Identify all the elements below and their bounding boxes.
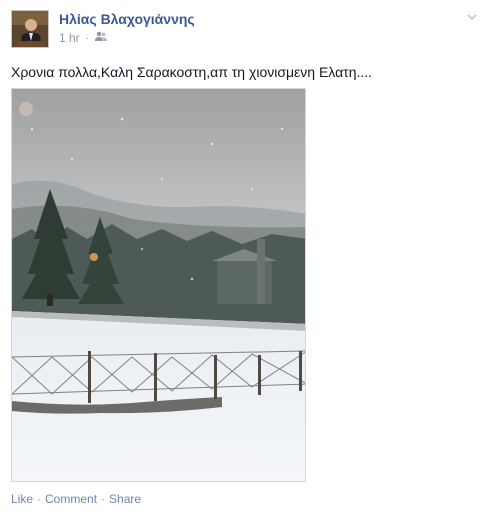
post-timestamp[interactable]: 1 hr <box>59 31 80 45</box>
like-link[interactable]: Like <box>11 492 33 506</box>
share-link[interactable]: Share <box>109 492 141 506</box>
action-separator: · <box>37 492 42 506</box>
action-separator: · <box>101 492 106 506</box>
post-photo[interactable] <box>11 88 306 482</box>
avatar-image <box>12 11 48 47</box>
friends-icon[interactable] <box>95 31 108 45</box>
comment-link[interactable]: Comment <box>45 492 97 506</box>
post-actions: Like · Comment · Share <box>11 492 141 506</box>
author-name[interactable]: Ηλίας Βλαχογιάννης <box>59 11 195 27</box>
chevron-down-icon[interactable] <box>465 10 479 24</box>
author-avatar[interactable] <box>11 10 49 48</box>
post-text: Χρονια πολλα,Καλη Σαρακοστη,απ τη χιονισ… <box>11 64 373 80</box>
post-meta: 1 hr · <box>59 31 108 45</box>
snowy-landscape-image <box>12 89 305 481</box>
meta-separator: · <box>85 32 90 44</box>
